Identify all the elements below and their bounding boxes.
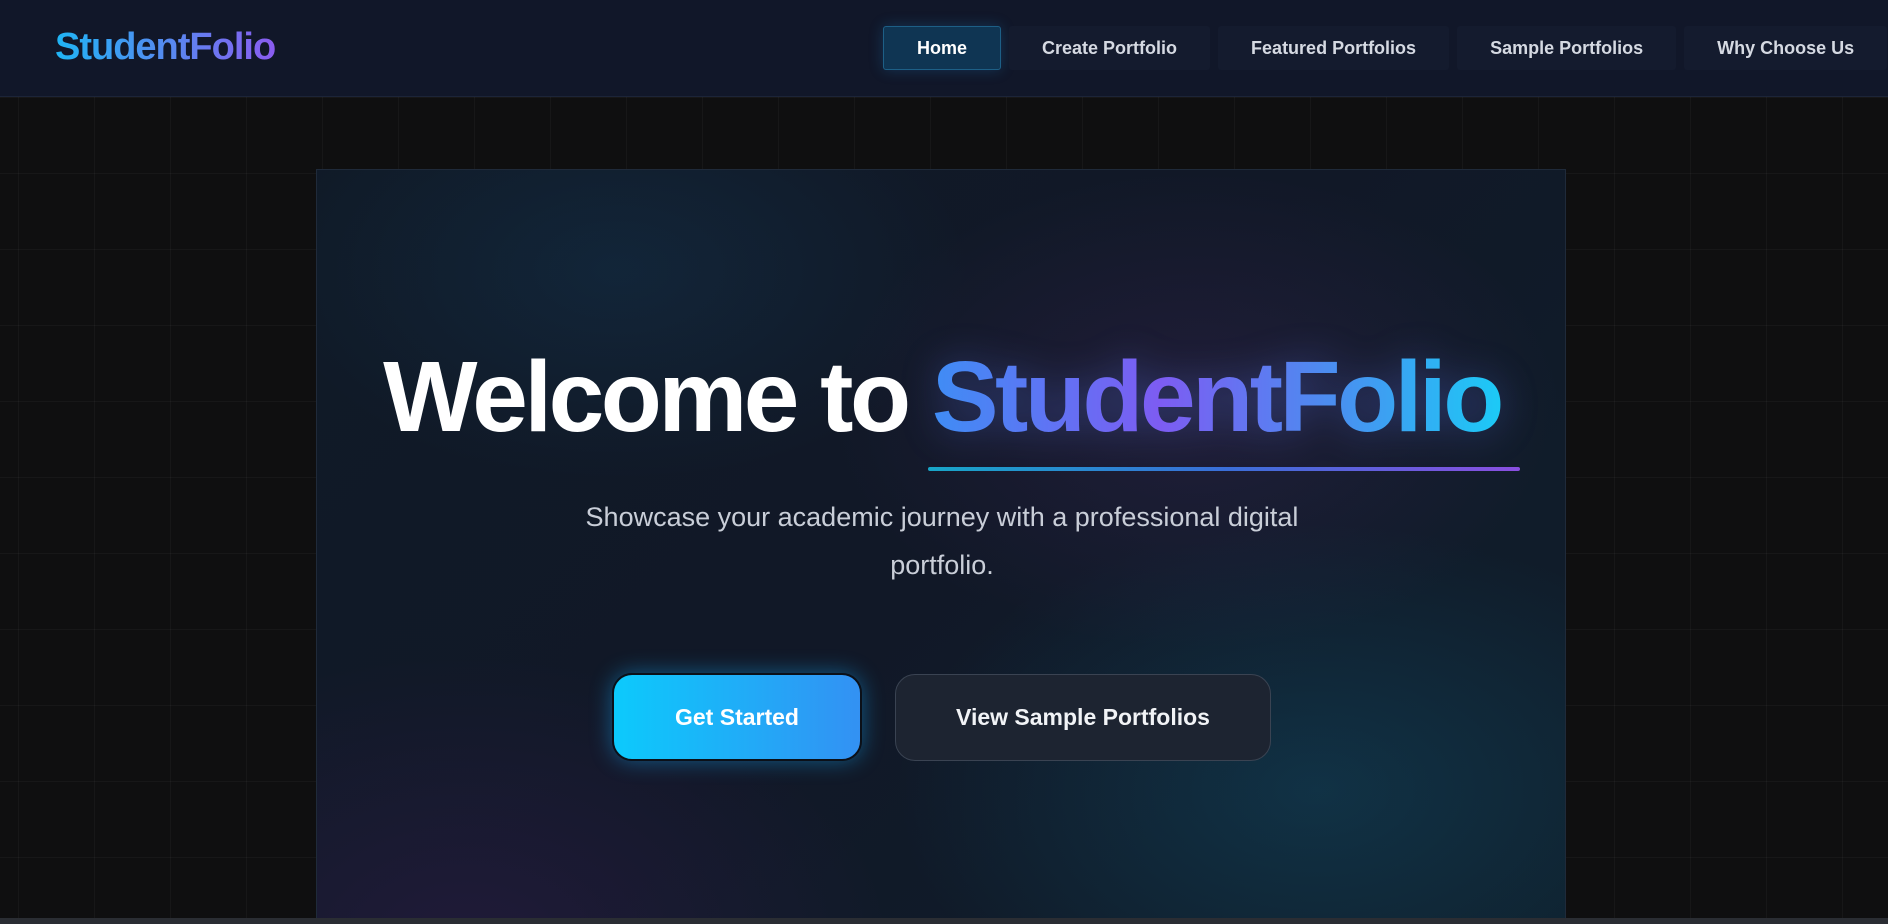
page: StudentFolio Home Create Portfolio Featu… [0,0,1888,924]
headline-lead: Welcome to [383,341,911,453]
nav-links: Home Create Portfolio Featured Portfolio… [883,26,1888,70]
view-sample-portfolios-button[interactable]: View Sample Portfolios [895,674,1271,761]
nav-link-sample-portfolios[interactable]: Sample Portfolios [1457,26,1677,70]
get-started-button[interactable]: Get Started [612,673,862,761]
hero-headline: Welcome to StudentFolio [317,341,1565,453]
subtitle-line-1: Showcase your academic journey with a pr… [585,502,1299,532]
nav-link-create-portfolio[interactable]: Create Portfolio [1009,26,1211,70]
nav-link-home[interactable]: Home [883,26,1002,70]
bottom-edge [0,918,1888,924]
nav-link-featured-portfolios[interactable]: Featured Portfolios [1218,26,1450,70]
hero-subtitle: Showcase your academic journey with a pr… [517,493,1367,589]
brand-logo[interactable]: StudentFolio [55,24,276,70]
headline-accent: StudentFolio [931,341,1505,453]
nav-link-why-choose-us[interactable]: Why Choose Us [1684,26,1888,70]
headline-underline [928,467,1520,471]
hero-card: Welcome to StudentFolio Showcase your ac… [316,169,1566,924]
subtitle-line-2: portfolio. [890,550,994,580]
navbar: StudentFolio Home Create Portfolio Featu… [0,0,1888,97]
